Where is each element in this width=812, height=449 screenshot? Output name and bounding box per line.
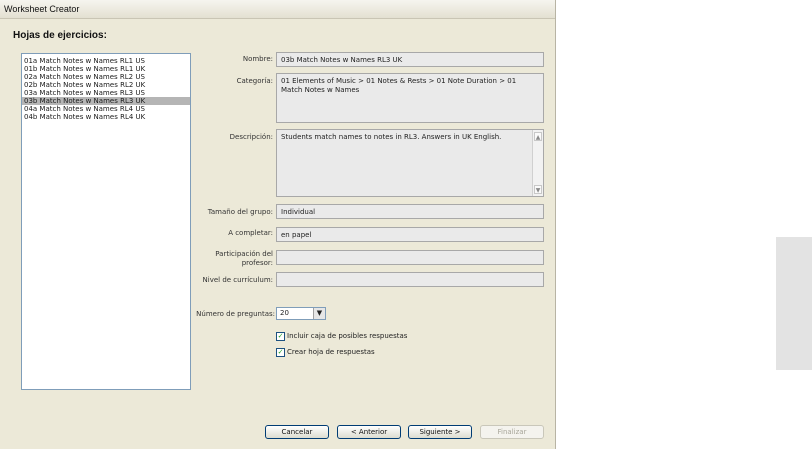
participacion-field[interactable] (276, 250, 544, 265)
descripcion-text: Students match names to notes in RL3. An… (281, 133, 502, 141)
incluir-caja-checkbox[interactable]: ✓ (276, 332, 285, 341)
list-item[interactable]: 04a Match Notes w Names RL4 US (22, 105, 190, 113)
next-button[interactable]: Siguiente > (408, 425, 472, 439)
nombre-field[interactable]: 03b Match Notes w Names RL3 UK (276, 52, 544, 67)
crear-hoja-checkbox[interactable]: ✓ (276, 348, 285, 357)
categoria-label: Categoría: (236, 77, 273, 85)
nivel-label: Nivel de currículum: (202, 276, 273, 284)
back-button[interactable]: < Anterior (337, 425, 401, 439)
completar-label: A completar: (228, 229, 273, 237)
scroll-down-icon[interactable]: ▼ (534, 185, 542, 194)
descripcion-label: Descripción: (229, 133, 273, 141)
participacion-label: Participación del profesor: (215, 250, 273, 267)
list-item[interactable]: 02b Match Notes w Names RL2 UK (22, 81, 190, 89)
crear-hoja-label: Crear hoja de respuestas (287, 348, 375, 356)
worksheet-creator-window: Worksheet Creator Hojas de ejercicios: 0… (0, 0, 556, 449)
cancel-button[interactable]: Cancelar (265, 425, 329, 439)
list-item[interactable]: 03a Match Notes w Names RL3 US (22, 89, 190, 97)
chevron-down-icon[interactable]: ▼ (313, 308, 325, 319)
tamano-field[interactable]: Individual (276, 204, 544, 219)
nivel-field[interactable] (276, 272, 544, 287)
title-bar: Worksheet Creator (0, 0, 555, 19)
descripcion-field[interactable]: Students match names to notes in RL3. An… (276, 129, 544, 197)
list-item[interactable]: 02a Match Notes w Names RL2 US (22, 73, 190, 81)
completar-field[interactable]: en papel (276, 227, 544, 242)
categoria-field[interactable]: 01 Elements of Music > 01 Notes & Rests … (276, 73, 544, 123)
preguntas-value: 20 (280, 309, 289, 317)
finish-button[interactable]: Finalizar (480, 425, 544, 439)
list-item[interactable]: 01a Match Notes w Names RL1 US (22, 57, 190, 65)
worksheets-heading: Hojas de ejercicios: (13, 30, 107, 41)
worksheet-list[interactable]: 01a Match Notes w Names RL1 US 01b Match … (21, 53, 191, 390)
descripcion-scrollbar[interactable]: ▲ ▼ (532, 130, 543, 196)
list-item[interactable]: 01b Match Notes w Names RL1 UK (22, 65, 190, 73)
incluir-caja-label: Incluir caja de posibles respuestas (287, 332, 408, 340)
preguntas-label: Número de preguntas: (196, 310, 275, 318)
list-item[interactable]: 03b Match Notes w Names RL3 UK (22, 97, 190, 105)
window-title: Worksheet Creator (4, 4, 80, 14)
list-item[interactable]: 04b Match Notes w Names RL4 UK (22, 113, 190, 121)
tamano-label: Tamaño del grupo: (207, 208, 273, 216)
side-panel (776, 237, 812, 370)
scroll-up-icon[interactable]: ▲ (534, 132, 542, 141)
nombre-label: Nombre: (242, 55, 273, 63)
preguntas-select[interactable]: 20 ▼ (276, 307, 326, 320)
